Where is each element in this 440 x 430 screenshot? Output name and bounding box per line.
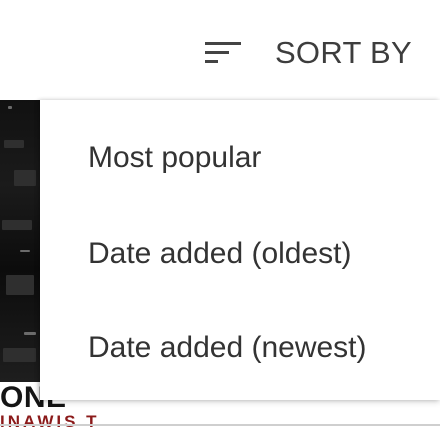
divider xyxy=(0,424,440,426)
sort-icon[interactable] xyxy=(204,41,243,65)
sort-by-title: SORT BY xyxy=(274,35,412,70)
sort-option-date-oldest[interactable]: Date added (oldest) xyxy=(40,206,440,302)
channel-name[interactable]: INAWIS T ANTAN xyxy=(0,415,160,429)
sort-menu: Most popular Date added (oldest) Date ad… xyxy=(40,100,440,400)
sort-option-date-newest[interactable]: Date added (newest) xyxy=(40,300,440,396)
sort-option-most-popular[interactable]: Most popular xyxy=(40,110,440,206)
sort-by-screen: SORT BY ONE INAWIS T ANTAN Most popular … xyxy=(0,0,440,430)
video-thumbnail[interactable] xyxy=(0,100,40,382)
sort-by-header[interactable]: SORT BY xyxy=(0,18,440,88)
